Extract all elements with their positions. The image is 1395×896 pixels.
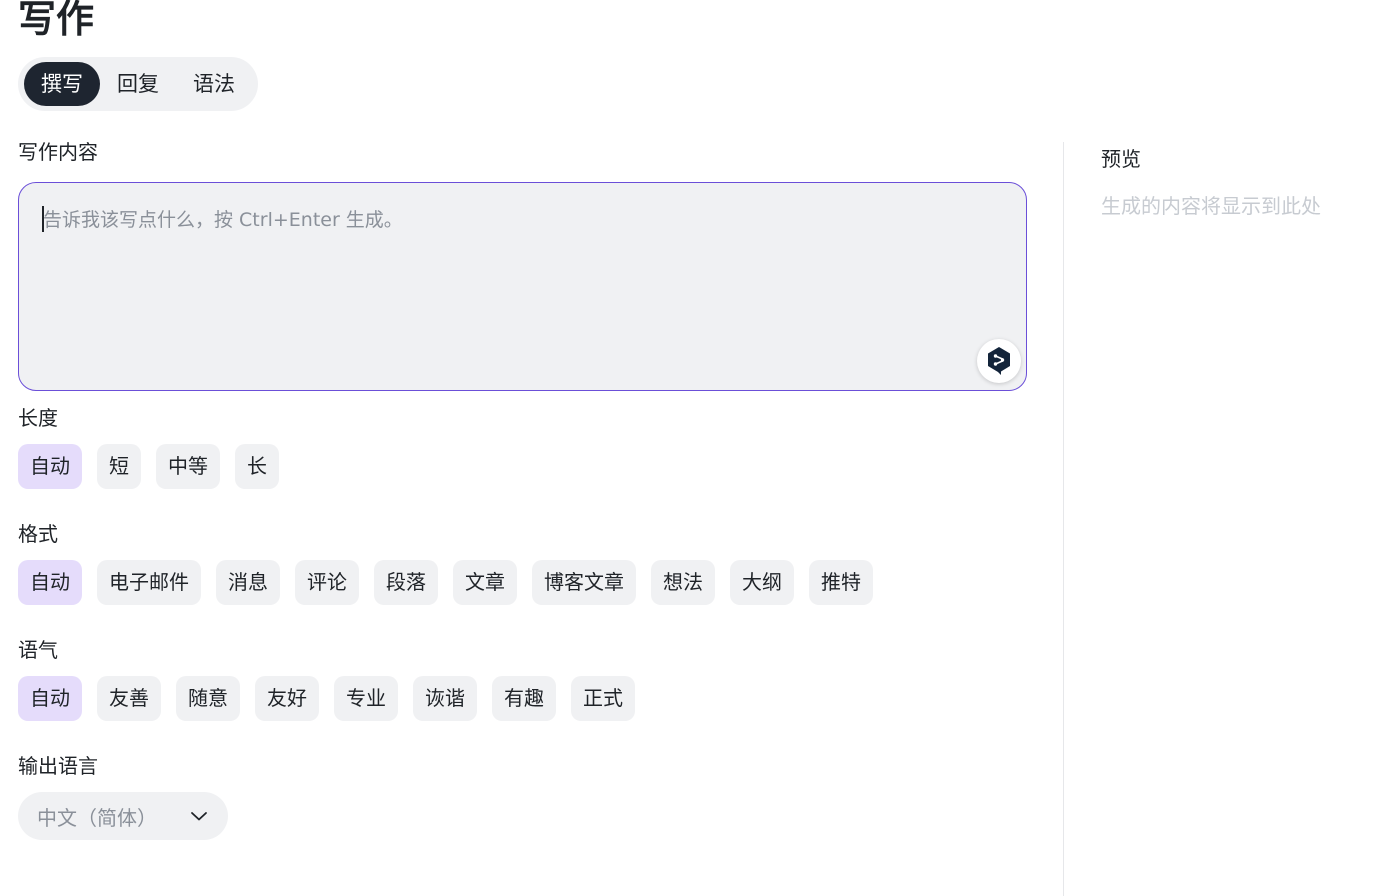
format-option-auto[interactable]: 自动 [18,560,82,605]
format-option-comment[interactable]: 评论 [295,560,359,605]
tone-option-casual[interactable]: 随意 [176,676,240,721]
tone-option-professional[interactable]: 专业 [334,676,398,721]
output-language-value: 中文（简体） [37,805,157,830]
format-option-email[interactable]: 电子邮件 [97,560,201,605]
format-option-tweet[interactable]: 推特 [809,560,873,605]
tab-grammar[interactable]: 语法 [176,62,252,106]
chevron-down-icon [191,812,207,821]
tone-option-kind[interactable]: 友善 [97,676,161,721]
tab-reply[interactable]: 回复 [100,62,176,106]
format-option-paragraph[interactable]: 段落 [374,560,438,605]
tone-option-fun[interactable]: 有趣 [492,676,556,721]
length-option-short[interactable]: 短 [97,444,141,489]
output-language-select[interactable]: 中文（简体） [18,792,228,840]
length-options: 自动 短 中等 长 [18,444,279,489]
content-input[interactable] [19,183,1026,390]
format-label: 格式 [18,522,58,546]
tone-option-auto[interactable]: 自动 [18,676,82,721]
content-editor [18,182,1027,391]
panel-divider [1063,142,1064,896]
tone-option-friendly[interactable]: 友好 [255,676,319,721]
format-option-idea[interactable]: 想法 [651,560,715,605]
length-option-long[interactable]: 长 [235,444,279,489]
format-option-outline[interactable]: 大纲 [730,560,794,605]
content-label: 写作内容 [18,140,98,164]
generate-button[interactable] [977,339,1021,383]
tone-label: 语气 [18,638,58,662]
write-page: 写作 撰写 回复 语法 写作内容 长度 自动 短 中等 长 格式 自动 电子邮件… [0,0,1395,896]
text-caret [42,206,44,232]
tone-option-witty[interactable]: 诙谐 [413,676,477,721]
deepl-send-icon [988,347,1010,375]
length-option-auto[interactable]: 自动 [18,444,82,489]
format-option-blog-post[interactable]: 博客文章 [532,560,636,605]
mode-tabs: 撰写 回复 语法 [18,57,258,111]
format-options: 自动 电子邮件 消息 评论 段落 文章 博客文章 想法 大纲 推特 [18,560,873,605]
preview-title: 预览 [1101,147,1141,171]
format-option-article[interactable]: 文章 [453,560,517,605]
length-label: 长度 [18,406,58,430]
tab-compose[interactable]: 撰写 [24,62,100,106]
output-language-label: 输出语言 [18,754,98,778]
preview-placeholder: 生成的内容将显示到此处 [1101,194,1321,218]
tone-option-formal[interactable]: 正式 [571,676,635,721]
format-option-message[interactable]: 消息 [216,560,280,605]
length-option-medium[interactable]: 中等 [156,444,220,489]
page-title: 写作 [18,0,95,41]
tone-options: 自动 友善 随意 友好 专业 诙谐 有趣 正式 [18,676,635,721]
